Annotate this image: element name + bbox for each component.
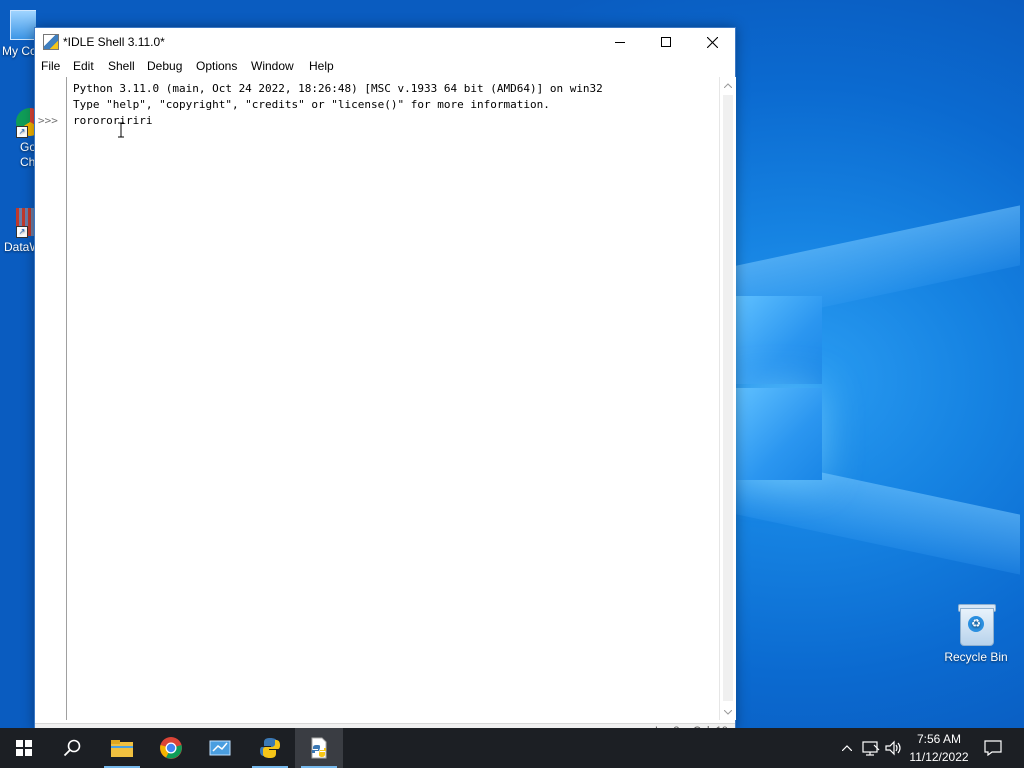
desktop-icon-this-pc[interactable]: My Co (2, 10, 36, 59)
prompt-gutter: >>> (35, 77, 67, 720)
chrome-icon (160, 737, 182, 759)
start-button[interactable] (0, 728, 48, 768)
server-manager-icon (209, 740, 231, 756)
shell-line-info: Type "help", "copyright", "credits" or "… (73, 98, 550, 111)
taskbar-python[interactable] (246, 728, 294, 768)
taskbar-idle-shell[interactable] (295, 728, 343, 768)
windows-logo-wallpaper (736, 290, 824, 480)
file-explorer-icon (111, 740, 133, 757)
menu-file[interactable]: File (41, 59, 60, 73)
this-pc-icon (10, 10, 36, 40)
menu-options[interactable]: Options (196, 59, 237, 73)
taskbar-server-manager[interactable] (196, 728, 244, 768)
close-icon (706, 36, 718, 48)
desktop-icon-label: Go (20, 140, 36, 154)
maximize-icon (661, 37, 671, 47)
taskbar: 7:56 AM 11/12/2022 (0, 728, 1024, 768)
shell-prompt: >>> (38, 114, 58, 127)
vertical-scrollbar[interactable] (719, 77, 736, 720)
idle-shell-window: *IDLE Shell 3.11.0* File Edit Shell Debu… (34, 27, 736, 740)
search-button[interactable] (48, 728, 96, 768)
scrollbar-track[interactable] (723, 95, 733, 701)
menu-debug[interactable]: Debug (147, 59, 182, 73)
minimize-button[interactable] (597, 28, 643, 56)
volume-icon (885, 740, 901, 756)
desktop-icon-label: DataW (4, 240, 36, 254)
taskbar-clock[interactable]: 7:56 AM 11/12/2022 (906, 730, 972, 766)
start-icon (16, 740, 32, 756)
menu-help[interactable]: Help (309, 59, 334, 73)
maximize-button[interactable] (643, 28, 689, 56)
network-icon (862, 741, 880, 756)
menu-bar: File Edit Shell Debug Options Window Hel… (35, 57, 735, 77)
idle-app-icon[interactable] (43, 34, 59, 50)
logo-pane-upper (736, 296, 822, 384)
shell-text-area[interactable]: Python 3.11.0 (main, Oct 24 2022, 18:26:… (73, 81, 603, 129)
recycle-bin-icon: ♻ (958, 602, 996, 646)
notification-icon (984, 740, 1002, 756)
show-hidden-icons-button[interactable] (838, 728, 856, 768)
idle-icon (311, 737, 327, 759)
desktop-icon-datawarehouse[interactable]: ↗ DataW (2, 208, 36, 255)
chevron-up-icon (842, 745, 852, 751)
shell-line-banner: Python 3.11.0 (main, Oct 24 2022, 18:26:… (73, 82, 603, 95)
chevron-down-icon (724, 709, 732, 715)
shortcut-arrow-icon: ↗ (16, 226, 28, 238)
action-center-button[interactable] (978, 728, 1008, 768)
recycle-bin-label: Recycle Bin (944, 650, 1008, 664)
clock-time: 7:56 AM (916, 732, 962, 746)
minimize-icon (615, 42, 625, 43)
logo-pane-lower (736, 388, 822, 480)
title-bar[interactable]: *IDLE Shell 3.11.0* (35, 28, 735, 56)
taskbar-file-explorer[interactable] (98, 728, 146, 768)
menu-shell[interactable]: Shell (108, 59, 135, 73)
desktop-icons-left: My Co ↗ Go Ch ↗ DataW (0, 0, 36, 300)
network-button[interactable] (860, 728, 882, 768)
desktop-icon-recycle-bin[interactable]: ♻ Recycle Bin (940, 602, 1012, 664)
clock-date: 11/12/2022 (909, 750, 969, 764)
text-cursor-icon (118, 122, 124, 138)
menu-edit[interactable]: Edit (73, 59, 94, 73)
chevron-up-icon (724, 82, 732, 88)
window-title: *IDLE Shell 3.11.0* (63, 35, 165, 49)
scroll-up-button[interactable] (720, 77, 736, 93)
shell-editor[interactable]: >>> Python 3.11.0 (main, Oct 24 2022, 18… (35, 77, 736, 723)
shell-line-input[interactable]: rororoririri (73, 113, 603, 129)
search-icon (63, 739, 81, 757)
desktop-icon-chrome[interactable]: ↗ Go Ch (2, 108, 36, 170)
taskbar-chrome[interactable] (147, 728, 195, 768)
desktop-icon-label: My Co (2, 44, 36, 58)
shortcut-arrow-icon: ↗ (16, 126, 28, 138)
scroll-down-button[interactable] (720, 704, 736, 720)
python-icon (260, 738, 280, 758)
close-button[interactable] (689, 28, 735, 56)
menu-window[interactable]: Window (251, 59, 294, 73)
volume-button[interactable] (884, 728, 904, 768)
desktop-icon-label: Ch (20, 155, 36, 169)
